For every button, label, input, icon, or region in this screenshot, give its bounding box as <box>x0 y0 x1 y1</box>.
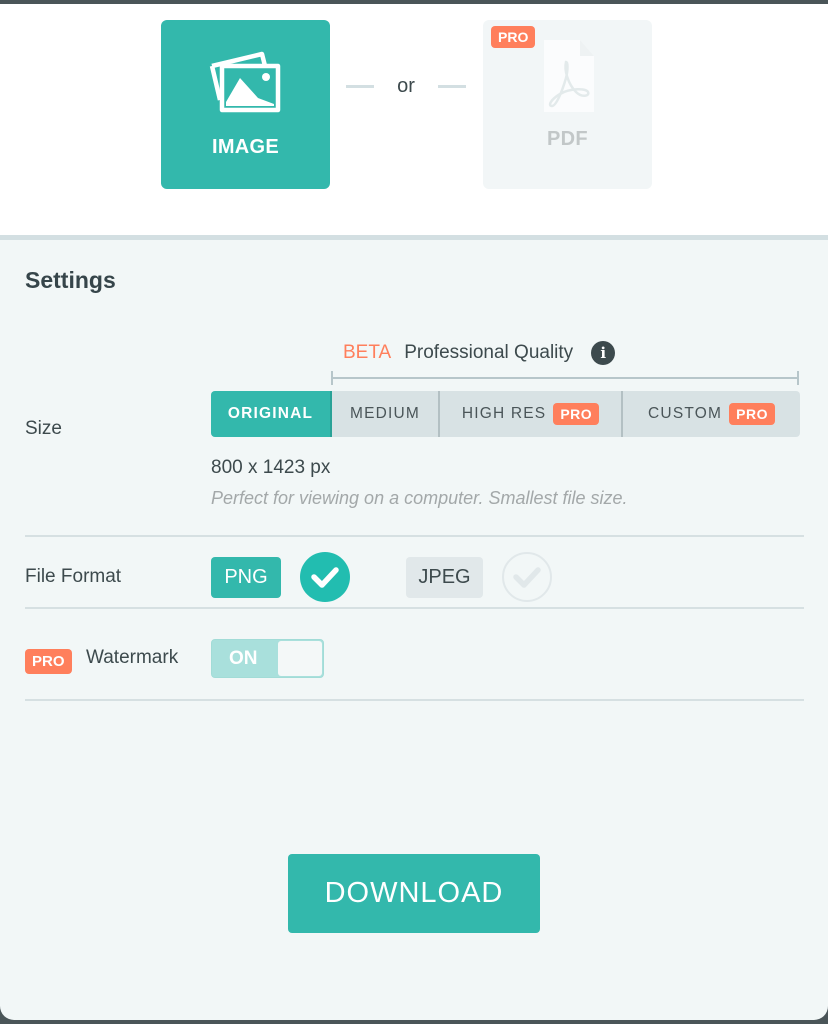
format-png-check[interactable] <box>300 552 350 602</box>
professional-quality-label: Professional Quality <box>404 342 574 363</box>
pro-badge: PRO <box>553 403 600 425</box>
size-label: Size <box>25 418 62 439</box>
image-icon <box>209 51 280 113</box>
info-icon[interactable]: i <box>591 341 616 365</box>
export-dialog: IMAGE or PRO PDF Settings BETA Professio… <box>0 4 828 1020</box>
watermark-label: Watermark <box>86 647 179 668</box>
or-separator: or <box>346 74 466 98</box>
separator-line <box>437 84 466 88</box>
professional-quality-header: BETA Professional Quality i <box>343 341 616 365</box>
watermark-toggle[interactable]: ON <box>211 639 324 678</box>
export-type-image-label: IMAGE <box>211 136 280 158</box>
size-option-label: CUSTOM <box>648 405 723 422</box>
divider <box>25 607 804 609</box>
pro-badge: PRO <box>729 403 775 425</box>
checkmark-icon <box>513 567 541 588</box>
pdf-icon <box>543 40 594 112</box>
size-selector: ORIGINAL MEDIUM HIGH RES PRO CUSTOM PRO <box>211 391 800 437</box>
size-option-label: HIGH RES <box>461 405 547 422</box>
export-type-image-button[interactable]: IMAGE <box>161 20 330 189</box>
size-option-original[interactable]: ORIGINAL <box>211 391 332 437</box>
toggle-knob <box>278 641 322 676</box>
separator-line <box>346 84 374 88</box>
size-description: Perfect for viewing on a computer. Small… <box>211 488 628 508</box>
divider <box>25 699 804 701</box>
size-option-medium[interactable]: MEDIUM <box>332 391 440 437</box>
format-jpeg-button[interactable]: JPEG <box>406 557 483 598</box>
file-format-label: File Format <box>25 566 122 587</box>
size-option-label: ORIGINAL <box>227 405 314 422</box>
toggle-state-label: ON <box>229 648 258 669</box>
settings-title: Settings <box>25 267 116 293</box>
divider <box>25 535 804 537</box>
size-dimensions: 800 x 1423 px <box>211 457 331 478</box>
export-type-section: IMAGE or PRO PDF <box>0 4 828 240</box>
export-type-pdf-button[interactable]: PRO PDF <box>483 20 652 189</box>
download-button[interactable]: DOWNLOAD <box>288 854 540 933</box>
format-jpeg-check[interactable] <box>502 552 552 602</box>
pro-badge: PRO <box>491 26 536 48</box>
pro-badge: PRO <box>25 649 72 674</box>
size-option-high-res[interactable]: HIGH RES PRO <box>440 391 623 437</box>
or-text: or <box>397 74 415 97</box>
export-type-pdf-label: PDF <box>547 128 588 150</box>
format-png-button[interactable]: PNG <box>211 557 281 598</box>
professional-quality-bracket <box>331 371 799 385</box>
size-option-custom[interactable]: CUSTOM PRO <box>623 391 800 437</box>
size-option-label: MEDIUM <box>349 405 421 422</box>
beta-tag: BETA <box>343 342 392 363</box>
checkmark-icon <box>311 567 339 588</box>
